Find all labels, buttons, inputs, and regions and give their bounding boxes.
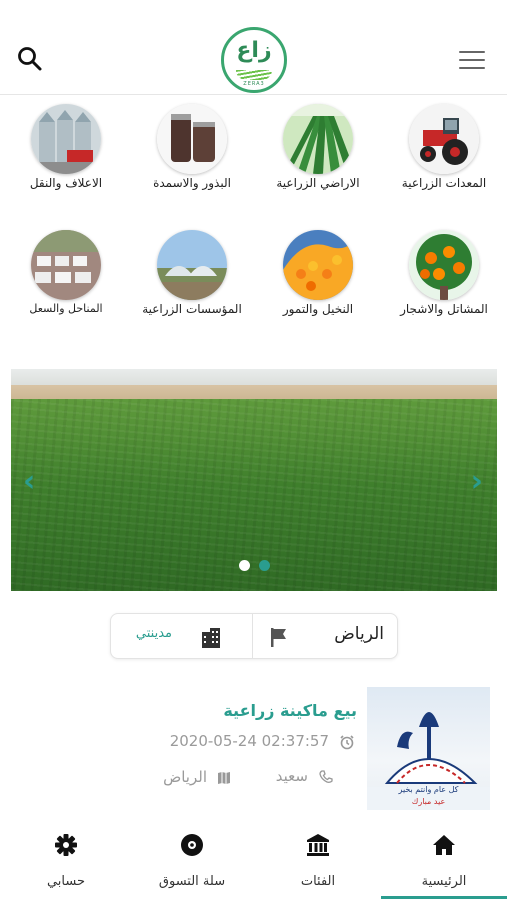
nav-label-home: الرئيسية bbox=[421, 874, 467, 889]
logo-glyph: زاع bbox=[236, 38, 272, 63]
slide-dot-2-active[interactable] bbox=[259, 560, 271, 571]
city-buildings-icon bbox=[202, 628, 220, 648]
logo-field-graphic bbox=[236, 70, 272, 80]
slide-dot-1[interactable] bbox=[239, 560, 250, 571]
listing-seller: سعيد bbox=[275, 767, 308, 785]
listing-thumbnail[interactable]: كل عام وانتم بخير عيد مبارك bbox=[367, 687, 490, 810]
thumb-caption-1: كل عام وانتم بخير bbox=[398, 785, 459, 794]
banner-slider[interactable]: ‹ › bbox=[11, 369, 497, 591]
app-logo[interactable]: زاع ZERA3 bbox=[221, 27, 287, 93]
gear-icon bbox=[55, 834, 77, 856]
app-header: زاع ZERA3 bbox=[0, 0, 507, 95]
chevron-right-icon[interactable]: › bbox=[471, 464, 483, 499]
dates-icon bbox=[283, 230, 353, 300]
alarm-clock-icon bbox=[340, 735, 354, 750]
listing-datetime: 2020-05-24 02:37:57 bbox=[169, 732, 329, 750]
category-palms-dates[interactable]: النخيل والتمور bbox=[255, 226, 381, 336]
bank-icon bbox=[307, 834, 329, 856]
city-filter-button[interactable]: مدينتي bbox=[111, 614, 253, 658]
chevron-left-icon[interactable]: ‹ bbox=[23, 464, 35, 499]
nav-label-cart: سلة التسوق bbox=[158, 874, 226, 889]
silos-truck-icon bbox=[31, 104, 101, 174]
listing-title[interactable]: بيع ماكينة زراعية bbox=[223, 701, 357, 720]
category-feed-transport[interactable]: الاعلاف والنقل bbox=[3, 100, 129, 210]
orange-tree-icon bbox=[409, 230, 479, 300]
home-icon bbox=[433, 835, 455, 855]
bottom-navigation: الرئيسية الفئات سلة التسوق حسابي bbox=[0, 820, 507, 900]
category-institutions[interactable]: المؤسسات الزراعية bbox=[129, 226, 255, 336]
category-nurseries[interactable]: المشاتل والاشجار bbox=[381, 226, 507, 336]
category-apiaries[interactable]: المناحل والسعل bbox=[3, 226, 129, 336]
beehives-icon bbox=[31, 230, 101, 300]
category-label: المشاتل والاشجار bbox=[400, 302, 488, 316]
hamburger-menu-icon[interactable] bbox=[459, 51, 485, 71]
map-icon bbox=[218, 772, 230, 784]
category-label: المناحل والسعل bbox=[29, 302, 103, 315]
category-equipment[interactable]: المعدات الزراعية bbox=[381, 100, 507, 210]
nav-item-home[interactable]: الرئيسية bbox=[381, 820, 507, 900]
category-seeds[interactable]: البذور والاسمدة bbox=[129, 100, 255, 210]
nav-label-categories: الفئات bbox=[300, 874, 336, 889]
tractor-icon bbox=[409, 104, 479, 174]
nav-item-cart[interactable]: سلة التسوق bbox=[129, 820, 255, 900]
category-label: الاراضي الزراعية bbox=[276, 176, 360, 190]
category-label: الاعلاف والنقل bbox=[29, 176, 103, 190]
listing-location: الرياض bbox=[163, 768, 207, 786]
category-label: المؤسسات الزراعية bbox=[142, 302, 242, 316]
search-icon[interactable] bbox=[16, 45, 44, 73]
thumb-caption-2: عيد مبارك bbox=[411, 797, 446, 806]
nav-label-account: حسابي bbox=[46, 874, 86, 889]
category-farmland[interactable]: الاراضي الزراعية bbox=[255, 100, 381, 210]
slide-indicator bbox=[237, 556, 272, 575]
listing-card[interactable]: كل عام وانتم بخير عيد مبارك بيع ماكينة ز… bbox=[0, 685, 507, 815]
region-filter-button[interactable]: الرياض bbox=[254, 614, 398, 658]
disc-icon bbox=[181, 834, 203, 856]
category-label: المعدات الزراعية bbox=[401, 176, 487, 190]
category-grid: المعدات الزراعية الاراضي الزراعية البذور… bbox=[0, 100, 507, 335]
flag-icon bbox=[271, 628, 286, 647]
phone-icon bbox=[319, 770, 333, 783]
category-label: النخيل والتمور bbox=[282, 302, 354, 316]
seed-jars-icon bbox=[157, 104, 227, 174]
crop-rows-icon bbox=[283, 104, 353, 174]
region-filter-label: الرياض bbox=[334, 624, 384, 644]
location-filter: مدينتي الرياض bbox=[110, 613, 398, 659]
city-filter-label: مدينتي bbox=[135, 626, 172, 641]
greenhouse-icon bbox=[157, 230, 227, 300]
logo-tagline: ZERA3 bbox=[243, 81, 265, 87]
nav-item-categories[interactable]: الفئات bbox=[255, 820, 381, 900]
nav-item-account[interactable]: حسابي bbox=[3, 820, 129, 900]
category-label: البذور والاسمدة bbox=[153, 176, 231, 190]
